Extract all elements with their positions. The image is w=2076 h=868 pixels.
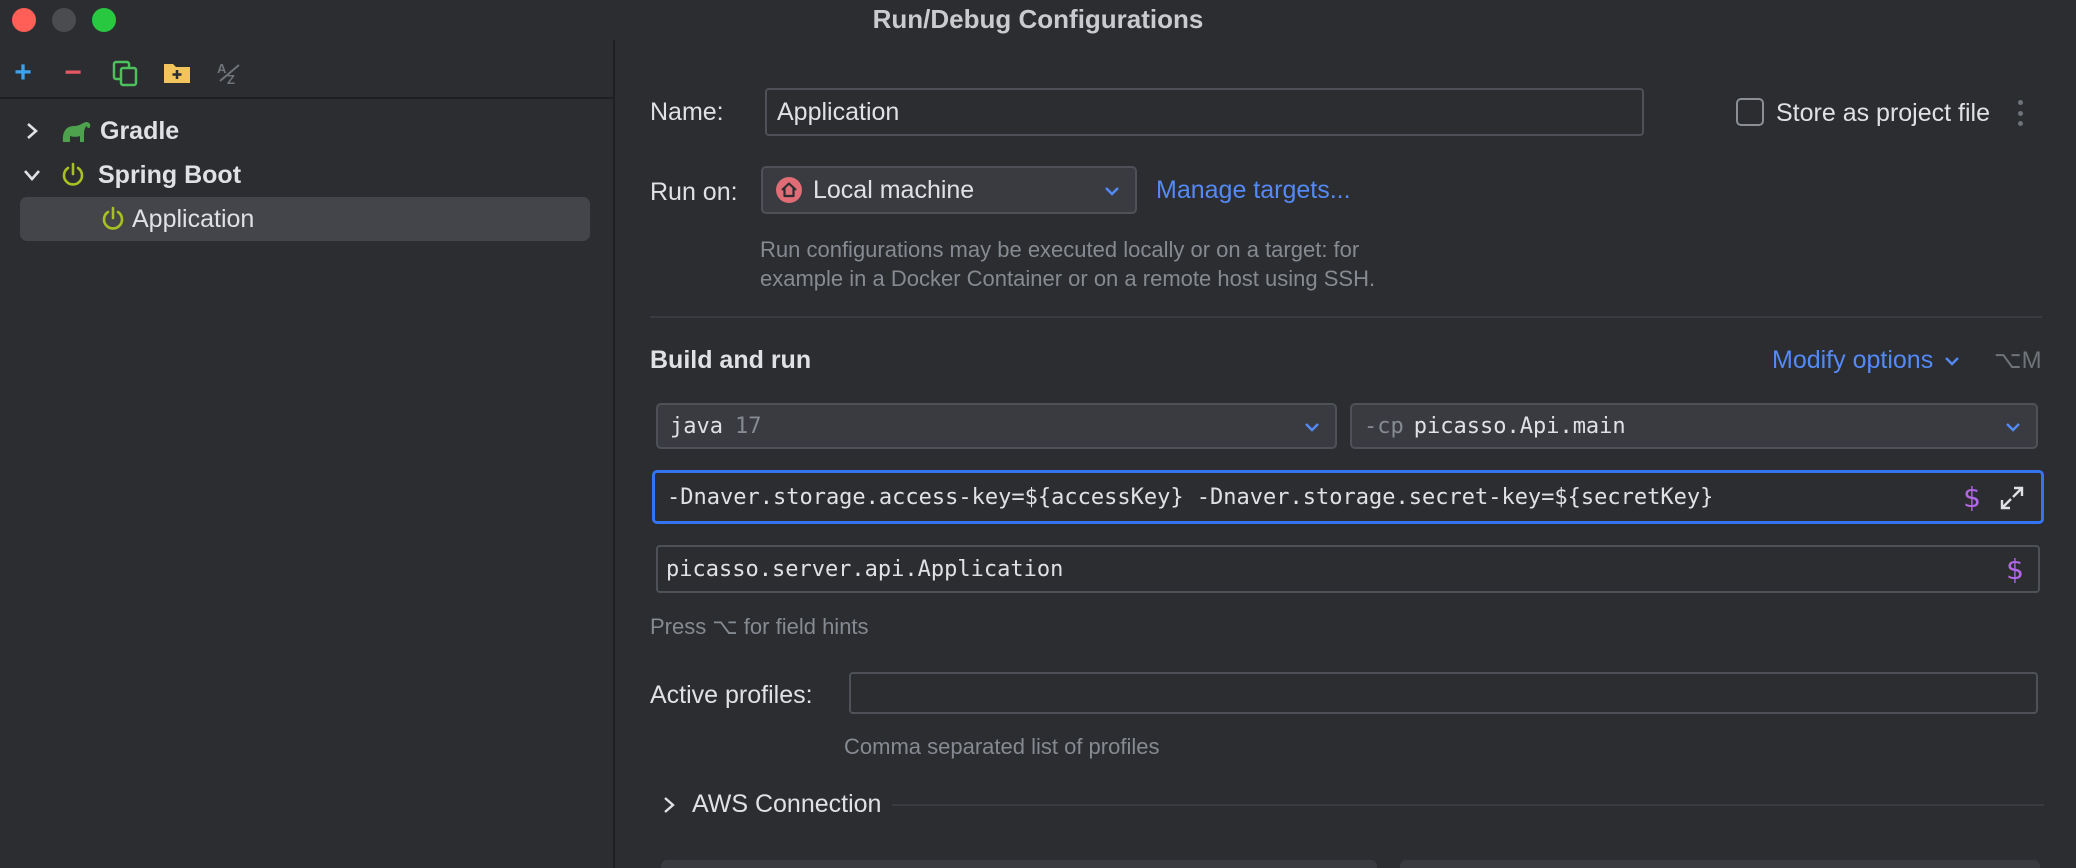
section-divider: [650, 316, 2042, 318]
module-classpath-dropdown[interactable]: -cp picasso.Api.main: [1350, 403, 2038, 449]
active-profiles-label: Active profiles:: [650, 681, 813, 709]
title-bar: Run/Debug Configurations: [0, 0, 2076, 40]
aws-connection-section-toggle[interactable]: AWS Connection: [660, 790, 881, 819]
copy-configuration-button[interactable]: [110, 58, 140, 88]
tree-item-label: Spring Boot: [98, 160, 242, 189]
minus-icon: −: [64, 56, 82, 89]
tree-item-spring-boot[interactable]: Spring Boot: [22, 154, 241, 196]
add-configuration-button[interactable]: +: [8, 58, 38, 88]
folder-add-icon: [164, 64, 190, 83]
store-as-project-file-label: Store as project file: [1776, 99, 1990, 127]
store-as-project-file-checkbox[interactable]: [1736, 98, 1764, 126]
window-title: Run/Debug Configurations: [872, 4, 1204, 34]
remove-configuration-button[interactable]: −: [58, 58, 88, 88]
expand-icon[interactable]: [1999, 485, 2025, 511]
bottom-control-left: [661, 860, 1377, 868]
run-on-hint-line-1: Run configurations may be executed local…: [760, 237, 1360, 262]
insert-macros-icon[interactable]: $: [2006, 553, 2024, 586]
jdk-dropdown[interactable]: java 17: [656, 403, 1337, 449]
chevron-down-icon: [2006, 423, 2020, 432]
home-icon: [776, 177, 802, 203]
more-options-icon[interactable]: [2016, 100, 2024, 126]
main-class-field[interactable]: picasso.server.api.Application $: [656, 545, 2040, 593]
chevron-right-icon: [664, 796, 675, 813]
field-hints-text: Press ⌥ for field hints: [650, 614, 869, 639]
tree-item-gradle[interactable]: Gradle: [22, 110, 179, 152]
active-profiles-field[interactable]: [849, 672, 2038, 714]
svg-text:A: A: [217, 61, 227, 76]
bottom-control-right: [1400, 860, 2040, 868]
tree-item-label: Application: [132, 204, 255, 233]
chevron-down-icon: [1305, 423, 1319, 432]
run-on-hint-line-2: example in a Docker Container or on a re…: [760, 266, 1376, 291]
spring-boot-power-icon: [102, 206, 124, 230]
copy-icon: [112, 60, 138, 87]
build-and-run-title: Build and run: [650, 346, 812, 374]
manage-targets-link[interactable]: Manage targets...: [1156, 176, 1351, 205]
toolbar-divider: [0, 97, 615, 99]
gradle-elephant-icon: [62, 122, 91, 142]
run-on-dropdown[interactable]: Local machine: [761, 166, 1137, 214]
vm-options-field[interactable]: -Dnaver.storage.access-key=${accessKey} …: [652, 470, 2044, 524]
chevron-down-icon: [1945, 356, 1960, 366]
modify-options-button[interactable]: Modify options: [1772, 346, 1961, 375]
sort-az-icon: A Z: [217, 61, 240, 87]
insert-macros-icon[interactable]: $: [1963, 481, 1981, 514]
spring-boot-power-icon: [62, 162, 84, 186]
chevron-right-icon: [27, 123, 38, 139]
aws-section-divider: [892, 804, 2044, 806]
chevron-down-icon: [1105, 187, 1119, 196]
chevron-down-icon: [24, 170, 40, 181]
sort-alphabetically-button[interactable]: A Z: [215, 58, 245, 88]
tree-item-label: Gradle: [100, 116, 180, 145]
tree-item-application-content: Application: [100, 198, 254, 240]
run-on-label: Run on:: [650, 178, 738, 206]
modify-options-shortcut: ⌥M: [1994, 347, 2042, 374]
name-label: Name:: [650, 98, 724, 126]
move-into-folder-button[interactable]: [162, 58, 192, 88]
name-field[interactable]: Application: [765, 88, 1644, 136]
active-profiles-hint: Comma separated list of profiles: [844, 734, 1160, 759]
plus-icon: +: [14, 56, 32, 89]
